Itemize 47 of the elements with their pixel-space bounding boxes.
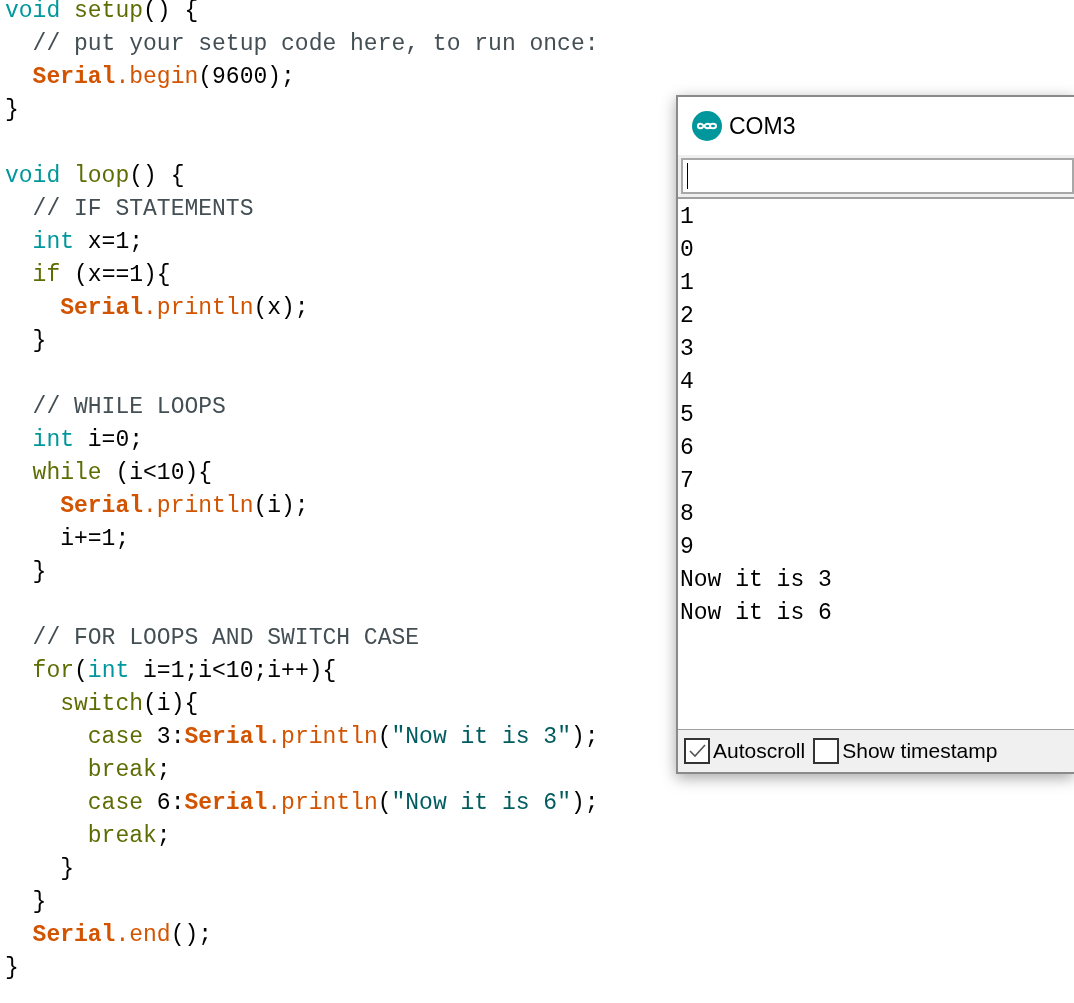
code-line: if (x==1){ (31, 261, 171, 290)
checkbox[interactable] (684, 738, 710, 764)
output-line: Now it is 6 (680, 600, 832, 626)
code-line: } (31, 558, 47, 587)
output-line: Now it is 3 (680, 567, 832, 593)
code-line: } (31, 888, 47, 917)
code-line: } (31, 327, 47, 356)
code-line: } (5, 96, 19, 125)
output-line: 1 (680, 270, 694, 296)
code-line: Serial.println(i); (59, 492, 309, 521)
output-line: 4 (680, 369, 694, 395)
code-line: int i=0; (31, 426, 144, 455)
output-line: 5 (680, 402, 694, 428)
code-line: Serial.println(x); (59, 294, 309, 323)
code-line: break; (86, 822, 171, 851)
checkbox-label[interactable]: Autoscroll (713, 735, 806, 767)
output-line: 7 (680, 468, 694, 494)
code-line: break; (86, 756, 171, 785)
output-line: 3 (680, 336, 694, 362)
send-input-field[interactable] (681, 158, 1074, 194)
checkbox[interactable] (813, 738, 840, 764)
code-line: // put your setup code here, to run once: (31, 30, 599, 59)
code-line: while (i<10){ (31, 459, 213, 488)
code-line: for(int i=1;i<10;i++){ (31, 657, 337, 686)
output-line: 8 (680, 501, 694, 527)
code-line: case 6:Serial.println("Now it is 6"); (86, 789, 599, 818)
output-line: 6 (680, 435, 694, 461)
checkbox-label[interactable]: Show timestamp (842, 735, 998, 767)
code-line: void setup() { (5, 0, 199, 26)
output-line: 0 (680, 237, 694, 263)
code-line: Serial.end(); (31, 921, 213, 950)
code-line: Serial.begin(9600); (31, 63, 295, 92)
window-title: COM3 (729, 111, 796, 141)
infinity-logo-icon (691, 110, 723, 142)
code-line: // FOR LOOPS AND SWITCH CASE (31, 624, 420, 653)
code-line: // IF STATEMENTS (31, 195, 254, 224)
output-line: 2 (680, 303, 694, 329)
code-line: } (59, 855, 74, 884)
code-line: void loop() { (5, 162, 185, 191)
code-line: switch(i){ (59, 690, 199, 719)
code-line: // WHILE LOOPS (31, 393, 226, 422)
code-line: case 3:Serial.println("Now it is 3"); (86, 723, 599, 752)
code-line: i+=1; (59, 525, 130, 554)
output-line: 1 (680, 204, 694, 230)
code-line: int x=1; (31, 228, 144, 257)
output-line: 9 (680, 534, 694, 560)
code-line: } (5, 954, 19, 983)
